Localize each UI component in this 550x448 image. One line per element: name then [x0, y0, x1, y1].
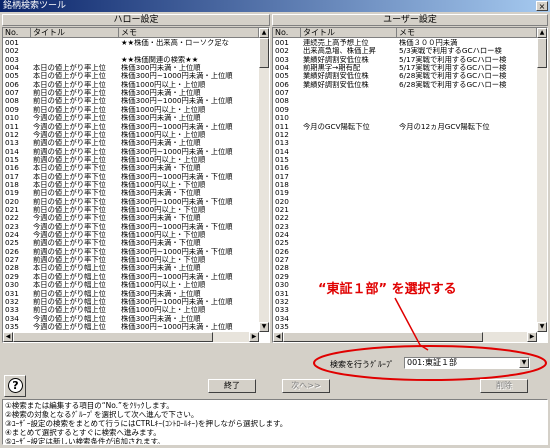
group-select[interactable]: 001:東証１部 ▼ — [404, 357, 530, 369]
finish-button[interactable]: 終了 — [208, 379, 256, 393]
instructions-box: ①検索または編集する項目の“No.”をｸﾘｯｸします。 ②検索の対象となるｸﾞﾙ… — [2, 399, 548, 445]
instruction-line: ③ﾕｰｻﾞｰ設定の検索をまとめて行うにはCTRLｷｰ(ｺﾝﾄﾛｰﾙｷｰ)を押しな… — [5, 419, 288, 428]
instruction-line: ⑤ﾕｰｻﾞｰ設定は新しい検索条件が追加されます。 — [5, 437, 165, 445]
help-icon: ? — [8, 378, 23, 393]
annotation-overlay — [313, 297, 547, 381]
delete-button[interactable]: 削除 — [480, 379, 528, 393]
next-button[interactable]: 次へ>> — [282, 379, 330, 393]
help-button[interactable]: ? — [4, 375, 26, 397]
annotation-arrow — [394, 297, 429, 351]
instruction-line: ①検索または編集する項目の“No.”をｸﾘｯｸします。 — [5, 401, 174, 410]
instruction-line: ②検索の対象となるｸﾞﾙｰﾌﾟを選択して次へ進んで下さい。 — [5, 410, 199, 419]
group-selected-value: 001:東証１部 — [407, 358, 457, 367]
instruction-line: ④まとめて選択するとすぐに検索へ進みます。 — [5, 428, 161, 437]
group-label: 検索を行うｸﾞﾙｰﾌﾟ — [330, 360, 394, 369]
chevron-down-icon[interactable]: ▼ — [519, 358, 529, 368]
